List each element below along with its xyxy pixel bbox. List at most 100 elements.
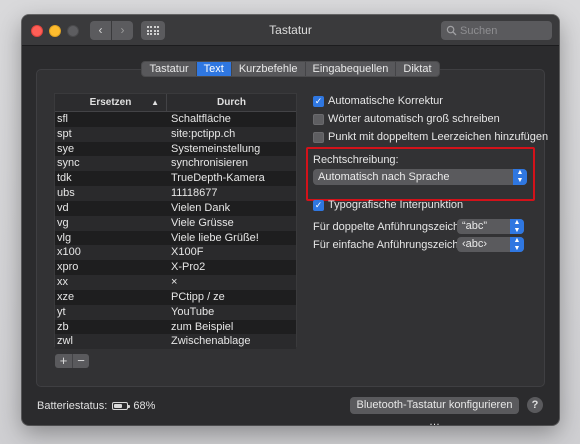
battery-icon bbox=[112, 402, 131, 410]
cell-replace: sync bbox=[57, 157, 80, 170]
single-quotes-row: Für einfache Anführungszeichen ‹abc› ▲ ▼ bbox=[313, 237, 524, 252]
table-row[interactable]: ubs 11118677 bbox=[55, 186, 296, 201]
cell-replace: vd bbox=[57, 201, 69, 214]
cell-with: 11118677 bbox=[171, 187, 218, 200]
cell-replace: xx bbox=[57, 276, 68, 289]
sort-ascending-icon: ▲ bbox=[151, 98, 159, 107]
single-quotes-value: ‹abc› bbox=[462, 238, 488, 250]
title-bar: ‹ › Tastatur bbox=[22, 15, 559, 46]
cell-with: synchronisieren bbox=[171, 157, 249, 170]
correction-options: ✓ Automatische Korrektur Wörter automati… bbox=[313, 92, 548, 146]
smart-quotes-option[interactable]: ✓ Typografische Interpunktion bbox=[313, 199, 463, 211]
cell-with: Viele liebe Grüße! bbox=[171, 231, 259, 244]
table-row[interactable]: xx × bbox=[55, 275, 296, 290]
chevron-updown-icon: ▲ ▼ bbox=[513, 169, 527, 185]
search-field[interactable] bbox=[441, 21, 552, 40]
double-quotes-row: Für doppelte Anführungszeichen “abc” ▲ ▼ bbox=[313, 219, 524, 234]
double-quotes-select[interactable]: “abc” ▲ ▼ bbox=[457, 219, 524, 234]
tab-kurzbefehle[interactable]: Kurzbefehle bbox=[232, 62, 306, 76]
column-header-replace[interactable]: Ersetzen ▲ bbox=[55, 94, 167, 111]
table-row[interactable]: vd Vielen Dank bbox=[55, 200, 296, 216]
cell-with: Vielen Dank bbox=[171, 201, 231, 214]
spelling-label: Rechtschreibung: bbox=[313, 154, 399, 166]
column-header-replace-label: Ersetzen bbox=[89, 97, 132, 108]
table-row[interactable]: sfl Schaltfläche bbox=[55, 112, 296, 127]
cell-replace: zwl bbox=[57, 335, 73, 348]
table-row[interactable]: vlg Viele liebe Grüße! bbox=[55, 230, 296, 246]
cell-with: TrueDepth-Kamera bbox=[171, 172, 265, 185]
cell-replace: sye bbox=[57, 142, 75, 155]
auto-correct-checkbox[interactable]: ✓ bbox=[313, 95, 324, 107]
tab-tastatur[interactable]: Tastatur bbox=[142, 62, 197, 76]
table-row[interactable]: tdk TrueDepth-Kamera bbox=[55, 171, 296, 187]
table-row[interactable]: zb zum Beispiel bbox=[55, 319, 296, 335]
cell-with: X100F bbox=[171, 246, 204, 259]
single-quotes-label: Für einfache Anführungszeichen bbox=[313, 238, 471, 251]
preferences-window: ‹ › Tastatur Tastatur Text Kurzbefehle E… bbox=[22, 15, 559, 425]
table-row[interactable]: zwl Zwischenablage bbox=[55, 334, 296, 350]
cell-replace: zb bbox=[57, 320, 69, 333]
auto-capitalize-option[interactable]: Wörter automatisch groß schreiben bbox=[313, 110, 548, 128]
add-entry-button[interactable]: + bbox=[55, 354, 72, 368]
cell-replace: x100 bbox=[57, 246, 81, 259]
table-row[interactable]: yt YouTube bbox=[55, 304, 296, 320]
table-body: sfl Schaltfläche spt site:pctipp.ch sye Sys… bbox=[55, 112, 296, 350]
cell-replace: xpro bbox=[57, 261, 79, 274]
table-row[interactable]: vg Viele Grüsse bbox=[55, 215, 296, 231]
table-row[interactable]: sync synchronisieren bbox=[55, 156, 296, 172]
smart-quotes-label: Typografische Interpunktion bbox=[328, 199, 464, 211]
cell-with: Systemeinstellung bbox=[171, 142, 261, 155]
tab-text[interactable]: Text bbox=[196, 62, 232, 76]
cell-replace: tdk bbox=[57, 172, 72, 185]
battery-status-label: Batteriestatus: bbox=[37, 400, 108, 412]
cell-with: Schaltfläche bbox=[171, 113, 231, 125]
smart-quotes-checkbox[interactable]: ✓ bbox=[313, 199, 324, 211]
cell-with: site:pctipp.ch bbox=[171, 127, 236, 140]
cell-replace: vg bbox=[57, 216, 69, 229]
cell-with: PCtipp / ze bbox=[171, 290, 225, 303]
auto-capitalize-checkbox[interactable] bbox=[313, 113, 324, 125]
double-space-period-option[interactable]: Punkt mit doppeltem Leerzeichen hinzufüg… bbox=[313, 128, 548, 146]
battery-level-fill bbox=[114, 404, 123, 408]
search-icon bbox=[446, 25, 457, 36]
double-space-period-label: Punkt mit doppeltem Leerzeichen hinzufüg… bbox=[328, 131, 549, 143]
chevron-updown-icon: ▲ ▼ bbox=[510, 237, 524, 252]
single-quotes-select[interactable]: ‹abc› ▲ ▼ bbox=[457, 237, 524, 252]
chevron-updown-icon: ▲ ▼ bbox=[510, 219, 524, 234]
tab-eingabequellen[interactable]: Eingabequellen bbox=[306, 62, 397, 76]
auto-correct-option[interactable]: ✓ Automatische Korrektur bbox=[313, 92, 548, 110]
spelling-language-value: Automatisch nach Sprache bbox=[318, 171, 450, 183]
battery-percent: 68% bbox=[133, 400, 156, 412]
double-space-period-checkbox[interactable] bbox=[313, 131, 324, 143]
table-row[interactable]: x100 X100F bbox=[55, 245, 296, 261]
cell-replace: xze bbox=[57, 290, 75, 303]
tab-diktat[interactable]: Diktat bbox=[396, 62, 438, 76]
add-remove-control: + − bbox=[55, 354, 89, 368]
auto-capitalize-label: Wörter automatisch groß schreiben bbox=[328, 113, 500, 125]
search-input[interactable] bbox=[460, 24, 550, 37]
table-row[interactable]: xpro X-Pro2 bbox=[55, 260, 296, 276]
cell-with: Zwischenablage bbox=[171, 335, 251, 348]
cell-with: Viele Grüsse bbox=[171, 216, 234, 229]
help-button[interactable]: ? bbox=[527, 397, 543, 413]
column-header-with[interactable]: Durch bbox=[167, 94, 296, 111]
table-row[interactable]: sye Systemeinstellung bbox=[55, 141, 296, 157]
tab-bar: Tastatur Text Kurzbefehle Eingabequellen… bbox=[22, 61, 559, 77]
battery-status: Batteriestatus: 68% bbox=[37, 400, 155, 412]
table-header: Ersetzen ▲ Durch bbox=[55, 94, 296, 112]
double-quotes-value: “abc” bbox=[462, 220, 488, 232]
table-row[interactable]: xze PCtipp / ze bbox=[55, 289, 296, 305]
remove-entry-button[interactable]: − bbox=[72, 354, 89, 368]
cell-replace: spt bbox=[57, 127, 72, 140]
cell-with: zum Beispiel bbox=[171, 320, 234, 333]
configure-bluetooth-keyboard-button[interactable]: Bluetooth-Tastatur konfigurieren … bbox=[350, 397, 519, 425]
double-quotes-label: Für doppelte Anführungszeichen bbox=[313, 220, 472, 233]
cell-replace: vlg bbox=[57, 231, 72, 244]
cell-with: X-Pro2 bbox=[171, 261, 206, 274]
cell-replace: sfl bbox=[57, 113, 68, 125]
spelling-language-select[interactable]: Automatisch nach Sprache ▲ ▼ bbox=[313, 169, 527, 185]
text-replacement-table[interactable]: Ersetzen ▲ Durch sfl Schaltfläche spt site… bbox=[54, 93, 297, 350]
cell-with: × bbox=[171, 276, 178, 289]
cell-replace: yt bbox=[57, 305, 66, 318]
table-row[interactable]: spt site:pctipp.ch bbox=[55, 126, 296, 142]
